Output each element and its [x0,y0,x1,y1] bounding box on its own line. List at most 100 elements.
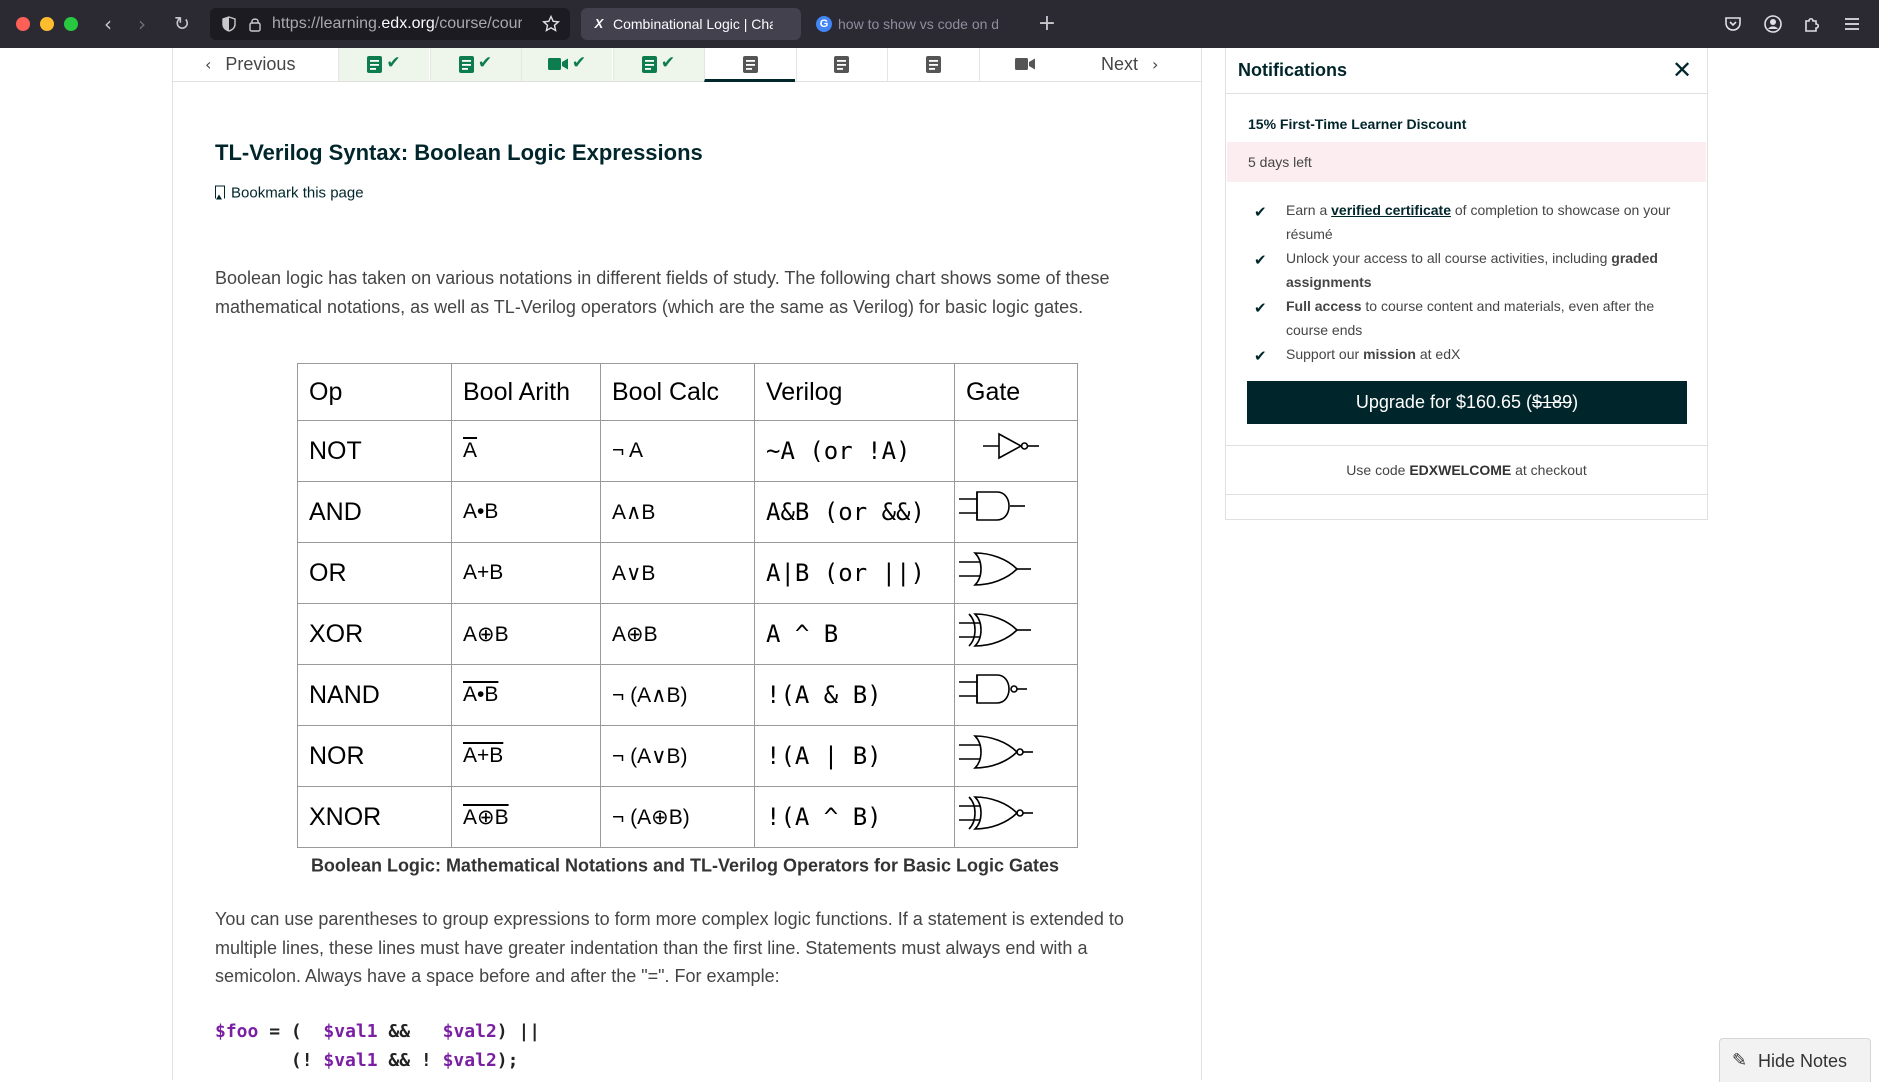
table-header-row: Op Bool Arith Bool Calc Verilog Gate [297,363,1078,421]
table-row: OR A+B A∨B A|B (or ||) [297,542,1078,604]
column-header: Bool Arith [451,363,601,421]
intro-paragraph: Boolean logic has taken on various notat… [215,268,1110,317]
sequence-unit-video[interactable] [978,48,1070,81]
document-icon [925,56,941,73]
check-icon: ✔ [571,53,587,73]
divider [1226,494,1707,495]
gate-cell [954,420,1078,482]
check-icon: ✔ [660,53,676,73]
divider [1226,445,1707,446]
hide-notes-button[interactable]: ✎ Hide Notes [1719,1038,1871,1082]
sequence-unit-text[interactable] [795,48,887,81]
gate-cell [954,664,1078,726]
benefit-item: ✔ Full access to course content and mater… [1254,298,1655,338]
table-row: AND A•B A∧B A&B (or &&) [297,481,1078,543]
verilog-cell: !(A | B) [754,725,955,787]
nor-gate-icon [959,735,1033,769]
code-example: $foo = ( $val1 && $val2) || (! $val1 && … [215,1021,541,1071]
benefit-item: ✔ Unlock your access to all course activi… [1254,250,1658,290]
upgrade-button[interactable]: Upgrade for $160.65 ($189) [1247,381,1687,424]
url-bar[interactable]: https://learning.edx.org/course/cours [210,8,570,40]
bool-arith-cell: A [451,420,601,482]
gate-cell [954,725,1078,787]
document-icon [367,56,383,73]
back-icon[interactable]: ‹ [96,12,120,36]
tab-combinational-logic[interactable]: X Combinational Logic | Chap [581,8,801,40]
next-button[interactable]: Next › [1101,48,1158,81]
reload-icon[interactable]: ↻ [170,12,194,36]
op-cell: AND [297,481,452,543]
sequence-unit-video[interactable]: ✔ [521,48,612,81]
table-row: XNOR A⊕B ¬ (A⊕B) !(A ^ B) [297,786,1078,848]
document-icon [641,56,657,73]
sequence-unit-text[interactable]: ✔ [338,48,429,81]
bool-arith-cell: A•B [451,481,601,543]
menu-icon[interactable] [1841,13,1863,35]
notifications-panel: Notifications ✕ 15% First-Time Learner D… [1225,48,1708,520]
table-caption: Boolean Logic: Mathematical Notations an… [310,855,1060,876]
bool-arith-cell: A•B [451,664,601,726]
bool-arith-cell: A⊕B [451,603,601,665]
close-window-button[interactable] [16,17,30,31]
document-icon [834,56,849,73]
table-row: NAND A•B ¬ (A∧B) !(A & B) [297,664,1078,726]
bool-arith-cell: A+B [451,725,601,787]
extensions-icon[interactable] [1801,13,1823,35]
close-icon[interactable]: ✕ [1670,58,1694,82]
table-row: NOR A+B ¬ (A∨B) !(A | B) [297,725,1078,787]
xnor-gate-icon [959,796,1033,830]
check-icon: ✔ [1254,203,1267,221]
verilog-cell: !(A & B) [754,664,955,726]
pocket-icon[interactable] [1722,13,1744,35]
maximize-window-button[interactable] [64,17,78,31]
op-cell: NOR [297,725,452,787]
page-body: ‹ Previous ✔ ✔ ✔ ✔ Next › TL-Verilog Syntax: … [0,48,1879,1082]
verified-certificate-link[interactable]: verified certificate [1331,202,1451,218]
bool-calc-cell: ¬ (A∧B) [600,664,755,726]
column-header: Verilog [754,363,955,421]
sequence-unit-text[interactable]: ✔ [612,48,704,81]
bool-calc-cell: A∧B [600,481,755,543]
second-paragraph: You can use parentheses to group express… [215,909,1124,987]
bool-calc-cell: ¬ (A⊕B) [600,786,755,848]
benefits-list: ✔ Earn a verified certificate of completi… [1254,198,1684,366]
check-icon: ✔ [1254,299,1267,317]
bookmark-button[interactable]: Bookmark this page [215,185,364,202]
not-gate-icon [983,432,1039,460]
verilog-cell: ~A (or !A) [754,420,955,482]
bookmark-icon [215,185,225,200]
bool-calc-cell: ¬ A [600,420,755,482]
pencil-icon: ✎ [1732,1050,1748,1071]
column-header: Bool Calc [600,363,755,421]
sequence-unit-text[interactable] [887,48,978,81]
edx-favicon-icon: X [594,16,604,31]
previous-button[interactable]: ‹ Previous [205,48,295,81]
chevron-left-icon: ‹ [205,55,212,74]
sequence-unit-text[interactable] [704,48,795,82]
forward-icon[interactable]: › [130,12,154,36]
verilog-cell: A&B (or &&) [754,481,955,543]
sequence-navigation: ‹ Previous ✔ ✔ ✔ ✔ Next › [173,48,1202,82]
op-cell: NOT [297,420,452,482]
op-cell: OR [297,542,452,604]
verilog-cell: A ^ B [754,603,955,665]
google-favicon-icon: G [816,16,832,32]
sequence-unit-text[interactable]: ✔ [429,48,521,81]
document-icon [458,56,474,73]
shield-icon [222,16,236,32]
minimize-window-button[interactable] [40,17,54,31]
benefit-item: ✔ Support our mission at edX [1254,342,1684,366]
course-content-column: ‹ Previous ✔ ✔ ✔ ✔ Next › TL-Verilog Syntax: … [172,48,1202,1080]
gate-cell [954,542,1078,604]
gate-cell [954,481,1078,543]
star-icon[interactable] [542,15,560,33]
account-icon[interactable] [1762,13,1784,35]
lock-icon [249,18,261,32]
days-left-banner: 5 days left [1227,142,1706,182]
tab-vs-code-search[interactable]: G how to show vs code on d [806,8,1026,40]
gate-cell [954,786,1078,848]
benefit-item: ✔ Earn a verified certificate of completi… [1254,202,1671,242]
new-tab-icon[interactable]: + [1035,12,1059,36]
notifications-header: Notifications ✕ [1226,48,1707,94]
discount-title: 15% First-Time Learner Discount [1248,116,1467,132]
